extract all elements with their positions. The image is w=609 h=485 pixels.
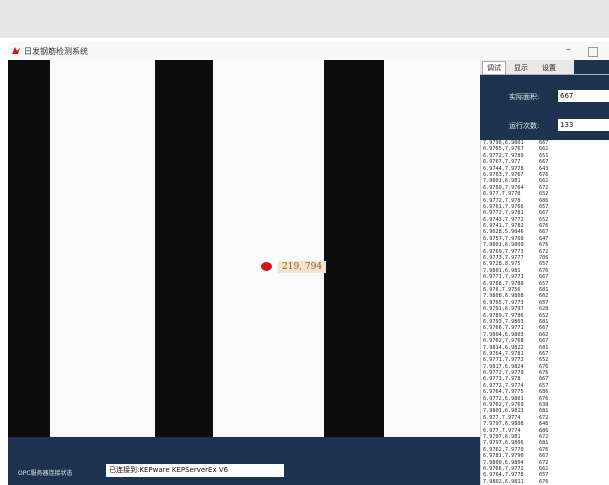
camera-view[interactable]: 219, 794 [8,60,480,437]
run-count-label: 运行次数: [509,122,540,130]
tab-settings[interactable]: 设置 [538,62,560,74]
side-panel: 调试 显示 设置 实际面积: 667 运行次数: 133 7.9796,6.98… [480,60,609,485]
actual-area-field[interactable]: 667 [558,90,609,102]
actual-area-label: 实际面积: [509,93,540,101]
maximize-button[interactable] [588,47,598,57]
log-count: 676 [539,478,549,485]
coordinate-label: 219, 794 [278,261,327,273]
rebar-stripe [320,60,388,437]
tab-display[interactable]: 显示 [510,62,532,74]
run-count-field[interactable]: 133 [558,119,609,131]
tab-bar-fill [574,60,609,74]
window-title: 日发钢筋检测系统 [24,47,88,56]
app-logo-icon [12,47,20,54]
opc-status-field[interactable]: 已连接到:KEPware KEPServerEx V6 [106,464,284,477]
minimize-button[interactable]: – [566,44,571,55]
opc-status-label: OPC服务器连接状态 [18,470,73,477]
log-row: 7.9802,6.9811 676 [481,479,609,485]
detection-marker [261,262,272,271]
debug-form: 实际面积: 667 运行次数: 133 [480,75,609,140]
app-window: 日发钢筋检测系统 – 219, 794 OPC服务器连接状态 已连接到:KEPw… [8,42,609,485]
rebar-stripe [8,60,54,437]
title-bar: 日发钢筋检测系统 – [8,42,609,60]
measurement-log[interactable]: 7.9796,6.9801 667 6.9765,7.9767 662 6.9772,7… [480,140,609,485]
rebar-stripe [151,60,217,437]
status-bar: OPC服务器连接状态 已连接到:KEPware KEPServerEx V6 [8,437,480,485]
tab-bar: 调试 显示 设置 [480,60,609,75]
tab-debug[interactable]: 调试 [482,61,506,74]
log-values: 7.9802,6.9811 [483,478,524,485]
top-band [0,0,609,38]
